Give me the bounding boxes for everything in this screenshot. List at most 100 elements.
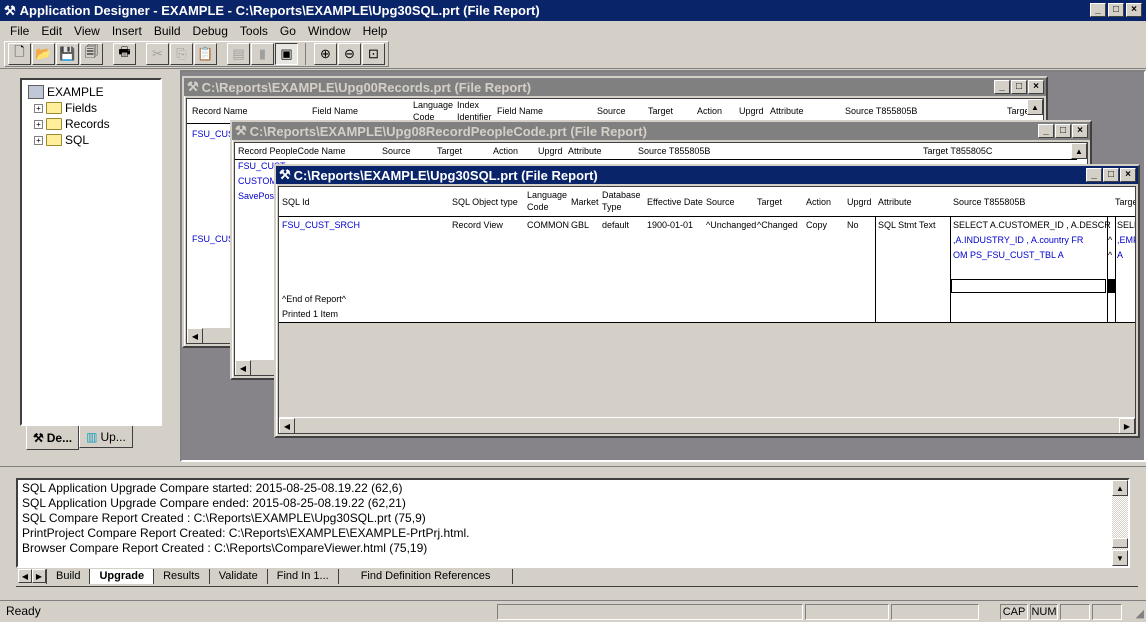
output-line[interactable]: PrintProject Compare Report Created: C:\… <box>22 526 1124 541</box>
tab-development[interactable]: ⚒ De... <box>26 426 80 450</box>
minimize-button[interactable]: _ <box>1086 168 1102 182</box>
maximize-button[interactable]: □ <box>1055 124 1071 138</box>
minimize-button[interactable]: _ <box>994 80 1010 94</box>
tab-upgrade[interactable]: ▥ Up... <box>79 426 133 448</box>
source-sql-text-line: SELECT A.CUSTOMER_ID , A.DESCR <box>953 220 1111 230</box>
tree-item-fields[interactable]: + Fields <box>28 100 154 116</box>
menu-file[interactable]: File <box>4 24 35 38</box>
menu-window[interactable]: Window <box>302 24 357 38</box>
cut-button[interactable]: ✂ <box>146 43 169 65</box>
close-button[interactable]: × <box>1126 3 1142 17</box>
source-sql-text-line: OM PS_FSU_CUST_TBL A <box>953 250 1064 260</box>
open-button[interactable]: 📂 <box>32 43 55 65</box>
horizontal-scrollbar[interactable]: ◀ ▶ <box>279 417 1135 433</box>
diff-marker: ^ <box>1108 250 1113 260</box>
tab-upgrade[interactable]: Upgrade <box>89 568 154 584</box>
expand-icon[interactable]: + <box>34 119 43 129</box>
scroll-right-button[interactable]: ▶ <box>1119 418 1135 433</box>
scroll-up-button[interactable]: ▲ <box>1112 480 1128 496</box>
report-icon: ⚒ <box>279 167 291 182</box>
close-button[interactable]: × <box>1072 124 1088 138</box>
tab-validate[interactable]: Validate <box>208 568 267 584</box>
output-line[interactable]: Browser Compare Report Created : C:\Repo… <box>22 541 1124 556</box>
minimize-button[interactable]: _ <box>1038 124 1054 138</box>
output-line[interactable]: SQL Application Upgrade Compare ended: 2… <box>22 496 1124 511</box>
expand-icon[interactable]: + <box>34 103 43 113</box>
output-line[interactable]: SQL Application Upgrade Compare started:… <box>22 481 1124 496</box>
tab-scroll-left-button[interactable]: ◀ <box>18 569 32 583</box>
project-workspace-button[interactable]: ▣ <box>275 43 298 65</box>
column-header: Field Name <box>497 106 544 116</box>
menu-insert[interactable]: Insert <box>106 24 148 38</box>
source-sql-text-line: ,A.INDUSTRY_ID , A.country FR <box>953 235 1084 245</box>
database-type-cell: default <box>602 220 630 230</box>
menu-go[interactable]: Go <box>274 24 302 38</box>
minimize-button[interactable]: _ <box>1090 3 1106 17</box>
paste-button[interactable]: 📋 <box>194 43 217 65</box>
save-all-button[interactable]: 🗐 <box>80 43 103 65</box>
maximize-button[interactable]: □ <box>1011 80 1027 94</box>
print-button[interactable]: 🖶 <box>113 43 136 65</box>
zoom-out-button[interactable]: ⊖ <box>338 43 361 65</box>
menu-build[interactable]: Build <box>148 24 187 38</box>
scroll-down-button[interactable]: ▼ <box>1112 550 1128 566</box>
records-window-title-bar[interactable]: ⚒ C:\Reports\EXAMPLE\Upg00Records.prt (F… <box>184 78 1046 96</box>
tab-build[interactable]: Build <box>46 568 89 584</box>
menu-debug[interactable]: Debug <box>187 24 234 38</box>
build-button[interactable]: ▮ <box>251 43 274 65</box>
column-header: Source <box>597 106 626 116</box>
output-vertical-scrollbar[interactable]: ▲ ▼ <box>1112 480 1128 566</box>
sql-report-window[interactable]: ⚒ C:\Reports\EXAMPLE\Upg30SQL.prt (File … <box>274 164 1140 438</box>
text-edit-field[interactable] <box>951 279 1106 293</box>
column-header: Source <box>706 197 735 207</box>
menu-edit[interactable]: Edit <box>35 24 68 38</box>
menu-help[interactable]: Help <box>357 24 394 38</box>
column-header: Upgrd <box>847 197 872 207</box>
tree-item-label: Fields <box>65 101 98 115</box>
copy-button[interactable]: ⎘ <box>170 43 193 65</box>
menu-tools[interactable]: Tools <box>234 24 274 38</box>
scroll-up-button[interactable]: ▲ <box>1027 99 1043 115</box>
column-header: Action <box>697 106 723 116</box>
tab-results[interactable]: Results <box>153 568 209 584</box>
sql-window-title-bar[interactable]: ⚒ C:\Reports\EXAMPLE\Upg30SQL.prt (File … <box>276 166 1138 184</box>
column-header: Record Name <box>192 106 248 116</box>
close-button[interactable]: × <box>1120 168 1136 182</box>
tab-label: De... <box>46 430 73 445</box>
sql-id-cell[interactable]: FSU_CUST_SRCH <box>282 220 360 230</box>
upgrd-cell: No <box>847 220 859 230</box>
column-header: SQL Id <box>282 197 310 207</box>
tab-find-in[interactable]: Find In 1... <box>266 568 338 584</box>
status-text: Ready <box>6 604 41 618</box>
expand-icon[interactable]: + <box>34 135 43 145</box>
new-button[interactable]: 🗋 <box>8 43 31 65</box>
maximize-button[interactable]: □ <box>1103 168 1119 182</box>
column-header: Attribute <box>878 197 912 207</box>
folder-icon <box>46 118 62 130</box>
scroll-thumb[interactable] <box>1112 538 1128 548</box>
tree-root[interactable]: EXAMPLE <box>28 84 154 100</box>
column-header: Attribute <box>568 146 602 156</box>
save-button[interactable]: 💾 <box>56 43 79 65</box>
scroll-left-button[interactable]: ◀ <box>279 418 295 433</box>
zoom-in-button[interactable]: ⊕ <box>314 43 337 65</box>
menu-view[interactable]: View <box>68 24 106 38</box>
tab-find-definition-references[interactable]: Find Definition References <box>337 568 514 584</box>
save-icon: 💾 <box>59 46 76 61</box>
maximize-button[interactable]: □ <box>1108 3 1124 17</box>
new-icon: 🗋 <box>14 44 25 59</box>
resize-grip-icon[interactable]: ◢ <box>1136 607 1144 620</box>
scroll-up-button[interactable]: ▲ <box>1071 143 1087 159</box>
scroll-left-button[interactable]: ◀ <box>187 328 203 343</box>
output-line[interactable]: SQL Compare Report Created : C:\Reports\… <box>22 511 1124 526</box>
properties-button[interactable]: ▤ <box>227 43 250 65</box>
folder-icon <box>46 134 62 146</box>
scroll-left-button[interactable]: ◀ <box>235 360 251 375</box>
close-button[interactable]: × <box>1028 80 1044 94</box>
zoom-fit-button[interactable]: ⊡ <box>362 43 385 65</box>
tree-item-records[interactable]: + Records <box>28 116 154 132</box>
column-header: Effective Date <box>647 197 703 207</box>
peoplecode-window-title-bar[interactable]: ⚒ C:\Reports\EXAMPLE\Upg08RecordPeopleCo… <box>232 122 1090 140</box>
tab-scroll-right-button[interactable]: ▶ <box>32 569 46 583</box>
tree-item-sql[interactable]: + SQL <box>28 132 154 148</box>
